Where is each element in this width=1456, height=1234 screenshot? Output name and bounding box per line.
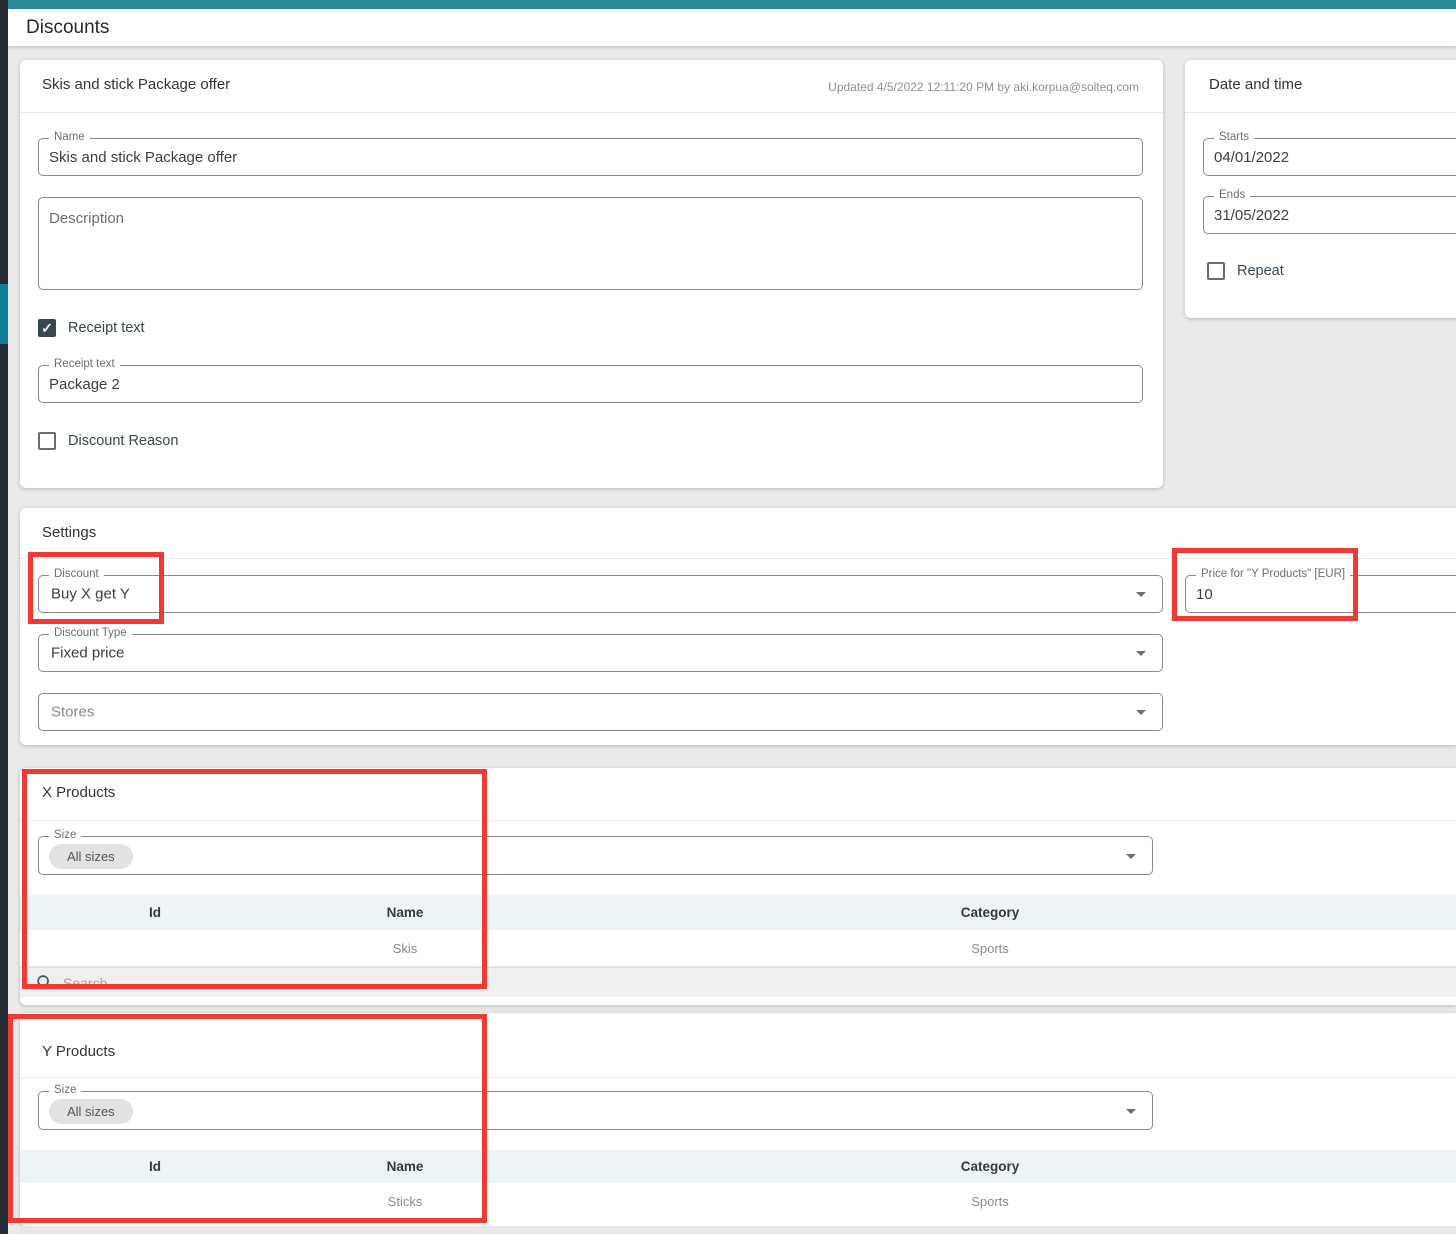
discount-select-label: Discount [49, 568, 104, 580]
column-header-id: Id [20, 905, 290, 920]
scroll-indicator [0, 284, 8, 344]
offer-card: Skis and stick Package offer Updated 4/5… [20, 60, 1163, 488]
discount-select-value: Buy X get Y [51, 586, 130, 603]
app-header: Discounts [8, 9, 1456, 46]
column-header-id: Id [20, 1159, 290, 1174]
x-products-table-header: Id Name Category [20, 895, 1456, 930]
x-products-card: X Products Size All sizes Id Name Catego… [20, 768, 1456, 1005]
y-products-card: Y Products Size All sizes Id Name Catego… [20, 1013, 1456, 1226]
repeat-checkbox-label: Repeat [1237, 263, 1284, 279]
x-size-select[interactable]: Size All sizes [38, 836, 1153, 875]
y-size-chip[interactable]: All sizes [49, 1099, 133, 1124]
repeat-checkbox[interactable] [1207, 262, 1225, 280]
x-products-search[interactable]: Search... [20, 967, 1456, 997]
discount-reason-checkbox-row[interactable]: Discount Reason [38, 432, 178, 450]
divider [1185, 112, 1456, 113]
search-icon [36, 974, 53, 991]
settings-card: Settings Discount Buy X get Y Discount T… [20, 508, 1456, 745]
datetime-card: Date and time Starts Ends Repeat [1185, 60, 1456, 318]
starts-field[interactable]: Starts [1203, 138, 1456, 176]
divider [20, 558, 1456, 559]
cell-name: Sticks [290, 1194, 520, 1209]
column-header-category: Category [860, 1159, 1120, 1174]
y-size-select-label: Size [49, 1084, 81, 1096]
x-products-title: X Products [42, 784, 115, 801]
table-row: Skis Sports [20, 930, 1456, 967]
receipt-text-checkbox-label: Receipt text [68, 320, 145, 336]
column-header-category: Category [860, 905, 1120, 920]
chevron-down-icon [1126, 854, 1136, 859]
ends-field[interactable]: Ends [1203, 196, 1456, 234]
price-y-products-input[interactable] [1196, 576, 1456, 612]
offer-card-title: Skis and stick Package offer [42, 76, 230, 93]
chevron-down-icon [1126, 1109, 1136, 1114]
page-title: Discounts [26, 17, 109, 39]
receipt-text-field[interactable]: Receipt text [38, 365, 1143, 403]
discount-type-select-value: Fixed price [51, 645, 124, 662]
y-products-table-header: Id Name Category [20, 1150, 1456, 1183]
receipt-text-checkbox[interactable]: ✓ [38, 319, 56, 337]
discount-select[interactable]: Discount Buy X get Y [38, 575, 1163, 613]
settings-card-title: Settings [42, 524, 96, 541]
datetime-card-title: Date and time [1209, 76, 1302, 93]
top-accent-bar [0, 0, 1456, 9]
price-y-products-field[interactable]: Price for "Y Products" [EUR] [1185, 575, 1456, 613]
cell-category: Sports [860, 1194, 1120, 1209]
stores-select[interactable]: Stores [38, 693, 1163, 731]
cell-name: Skis [290, 941, 520, 956]
divider [20, 820, 1456, 821]
receipt-text-input[interactable] [49, 366, 1132, 402]
left-edge-strip [0, 0, 8, 1234]
name-field[interactable]: Name [38, 138, 1143, 176]
discount-type-select[interactable]: Discount Type Fixed price [38, 634, 1163, 672]
cell-category: Sports [860, 941, 1120, 956]
y-products-title: Y Products [42, 1043, 115, 1060]
chevron-down-icon [1136, 710, 1146, 715]
clipped-row-band [20, 1226, 1456, 1234]
discount-reason-checkbox-label: Discount Reason [68, 433, 178, 449]
search-placeholder: Search... [63, 975, 119, 991]
updated-note: Updated 4/5/2022 12:11:20 PM by aki.korp… [828, 80, 1139, 94]
divider [20, 112, 1163, 113]
y-size-select[interactable]: Size All sizes [38, 1091, 1153, 1130]
table-row: Sticks Sports [20, 1183, 1456, 1220]
x-size-chip[interactable]: All sizes [49, 844, 133, 869]
ends-input[interactable] [1214, 197, 1456, 233]
name-input[interactable] [49, 139, 1132, 175]
stores-select-placeholder: Stores [51, 704, 94, 721]
chevron-down-icon [1136, 592, 1146, 597]
description-field-label: Description [49, 210, 124, 227]
receipt-text-checkbox-row[interactable]: ✓ Receipt text [38, 319, 145, 337]
divider [20, 1077, 1456, 1078]
discount-type-select-label: Discount Type [49, 627, 132, 639]
starts-input[interactable] [1214, 139, 1456, 175]
discount-reason-checkbox[interactable] [38, 432, 56, 450]
chevron-down-icon [1136, 651, 1146, 656]
description-field[interactable]: Description [38, 197, 1143, 290]
x-size-select-label: Size [49, 829, 81, 841]
column-header-name: Name [290, 905, 520, 920]
repeat-checkbox-row[interactable]: Repeat [1207, 262, 1284, 280]
column-header-name: Name [290, 1159, 520, 1174]
